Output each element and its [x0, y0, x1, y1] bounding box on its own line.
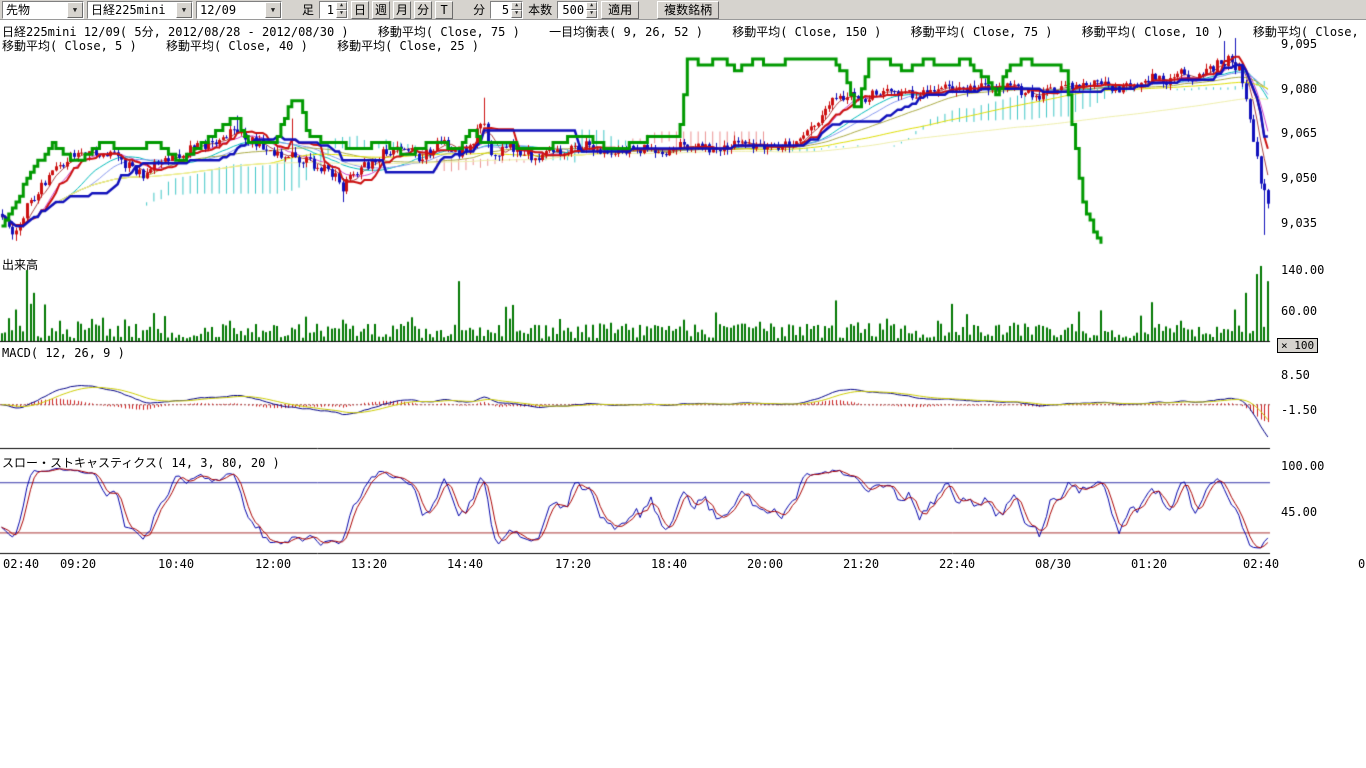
- price-tick-9095: 9,095: [1281, 37, 1317, 51]
- time-axis-label: 17:20: [555, 557, 591, 571]
- time-axis-label: 01:20: [1131, 557, 1167, 571]
- chart-area: 日経225mini 12/09( 5分, 2012/08/28 - 2012/0…: [0, 20, 1366, 576]
- bar-count-label: 本数: [526, 1, 554, 18]
- bar-type-label: 足: [300, 1, 316, 18]
- minute-input[interactable]: [491, 2, 511, 18]
- time-axis-label: 10:40: [158, 557, 194, 571]
- bar-count-spinbox: ▲ ▼: [557, 1, 598, 19]
- time-axis-label: 08/30: [1035, 557, 1071, 571]
- price-tick-9080: 9,080: [1281, 82, 1317, 96]
- time-axis-label: 18:40: [651, 557, 687, 571]
- stoch-tick-100: 100.00: [1281, 459, 1324, 473]
- time-axis-label: 09:20: [60, 557, 96, 571]
- legend-ma10: 移動平均( Close, 10 ): [1082, 25, 1224, 39]
- spinner-up-icon[interactable]: ▲: [586, 2, 597, 10]
- spinner-down-icon[interactable]: ▼: [511, 10, 522, 18]
- period-week-button[interactable]: 週: [372, 1, 390, 19]
- volume-panel-title: 出来高: [2, 256, 38, 273]
- volume-multiplier-badge: × 100: [1277, 338, 1318, 353]
- apply-button[interactable]: 適用: [601, 1, 639, 19]
- price-chart-canvas[interactable]: [0, 20, 1366, 576]
- volume-tick-140: 140.00: [1281, 263, 1324, 277]
- contract-month-select[interactable]: 12/09 ▼: [196, 1, 282, 19]
- legend-ma25: 移動平均( Close, 25 ): [337, 39, 479, 53]
- minute-label: 分: [471, 1, 487, 18]
- macd-tick-low: -1.50: [1281, 403, 1317, 417]
- bar-interval-spinbox: ▲ ▼: [319, 1, 348, 19]
- time-axis-label: 02:40: [3, 557, 39, 571]
- chevron-down-icon[interactable]: ▼: [67, 2, 83, 18]
- period-minute-button[interactable]: 分: [414, 1, 432, 19]
- chevron-down-icon[interactable]: ▼: [176, 2, 192, 18]
- chevron-down-icon[interactable]: ▼: [265, 2, 281, 18]
- multi-symbol-button[interactable]: 複数銘柄: [657, 1, 719, 19]
- price-tick-9065: 9,065: [1281, 126, 1317, 140]
- spinner-up-icon[interactable]: ▲: [511, 2, 522, 10]
- toolbar: 先物 ▼ 日経225mini ▼ 12/09 ▼ 足 ▲ ▼ 日 週 月 分 T…: [0, 0, 1366, 20]
- legend-ichimoku: 一目均衡表( 9, 26, 52 ): [549, 25, 703, 39]
- time-axis-label: 20:00: [747, 557, 783, 571]
- time-axis-label: 0: [1358, 557, 1365, 571]
- symbol-select[interactable]: 日経225mini ▼: [87, 1, 193, 19]
- legend-ma5: 移動平均( Close, 5 ): [2, 39, 137, 53]
- symbol-value: 日経225mini: [88, 2, 176, 18]
- macd-tick-high: 8.50: [1281, 368, 1310, 382]
- volume-tick-60: 60.00: [1281, 304, 1317, 318]
- time-axis-label: 13:20: [351, 557, 387, 571]
- period-tick-button[interactable]: T: [435, 1, 453, 19]
- chart-legend-line2: 移動平均( Close, 5 ) 移動平均( Close, 40 ) 移動平均(…: [2, 37, 501, 54]
- legend-ma150: 移動平均( Close, 150 ): [732, 25, 881, 39]
- spinner-up-icon[interactable]: ▲: [336, 2, 347, 10]
- minute-spinbox: ▲ ▼: [490, 1, 523, 19]
- spinner-down-icon[interactable]: ▼: [336, 10, 347, 18]
- minute-spinner[interactable]: ▲ ▼: [511, 2, 522, 18]
- spinner-down-icon[interactable]: ▼: [586, 10, 597, 18]
- bar-count-spinner[interactable]: ▲ ▼: [586, 2, 597, 18]
- legend-ma75b: 移動平均( Close, 75 ): [911, 25, 1053, 39]
- price-tick-9050: 9,050: [1281, 171, 1317, 185]
- time-axis-label: 12:00: [255, 557, 291, 571]
- stoch-panel-title: スロー・ストキャスティクス( 14, 3, 80, 20 ): [2, 454, 280, 471]
- price-tick-9035: 9,035: [1281, 216, 1317, 230]
- time-axis-label: 21:20: [843, 557, 879, 571]
- macd-panel-title: MACD( 12, 26, 9 ): [2, 346, 125, 360]
- legend-ma40: 移動平均( Close, 40 ): [166, 39, 308, 53]
- instrument-type-select[interactable]: 先物 ▼: [2, 1, 84, 19]
- period-month-button[interactable]: 月: [393, 1, 411, 19]
- bar-count-input[interactable]: [558, 2, 586, 18]
- time-axis-label: 02:40: [1243, 557, 1279, 571]
- stoch-tick-45: 45.00: [1281, 505, 1317, 519]
- contract-month-value: 12/09: [197, 2, 265, 18]
- bar-interval-spinner[interactable]: ▲ ▼: [336, 2, 347, 18]
- time-axis-label: 22:40: [939, 557, 975, 571]
- instrument-type-value: 先物: [3, 2, 67, 18]
- period-day-button[interactable]: 日: [351, 1, 369, 19]
- bar-interval-input[interactable]: [320, 2, 336, 18]
- time-axis-label: 14:40: [447, 557, 483, 571]
